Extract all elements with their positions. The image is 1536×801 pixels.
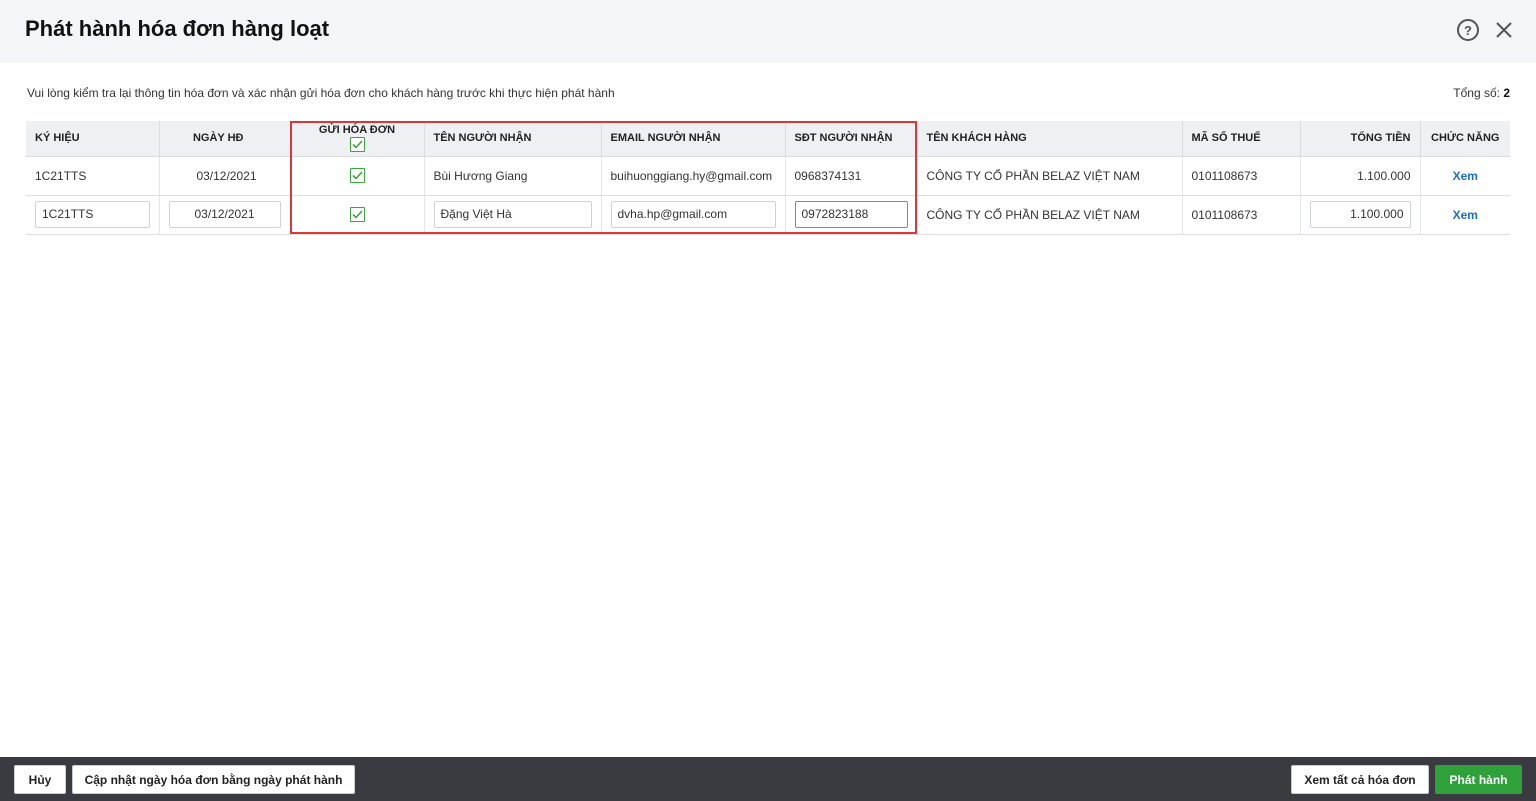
ky-hieu-input[interactable]: 1C21TTS <box>35 201 150 228</box>
cell-ky-hieu: 1C21TTS <box>26 195 160 235</box>
update-date-button[interactable]: Cập nhật ngày hóa đơn bằng ngày phát hàn… <box>72 765 355 794</box>
cell-tong-tien: 1.100.000 <box>1300 195 1421 235</box>
col-header-ma-so-thue[interactable]: MÃ SỐ THUẾ <box>1182 121 1301 157</box>
table-row: 1C21TTS 03/12/2021 Bùi Hương Giang buihu… <box>26 156 1510 196</box>
total-label: Tổng số: <box>1453 86 1500 100</box>
close-icon[interactable] <box>1493 19 1515 41</box>
cell-ten-nguoi-nhan: Bùi Hương Giang <box>424 156 602 196</box>
cell-tong-tien: 1.100.000 <box>1300 156 1421 196</box>
cell-ngay-hd: 03/12/2021 <box>159 156 291 196</box>
publish-button[interactable]: Phát hành <box>1435 765 1522 794</box>
col-header-gui-hoa-don: GỬI HÓA ĐƠN <box>290 121 425 157</box>
cell-ten-nguoi-nhan: Đặng Việt Hà <box>424 195 602 235</box>
cell-sdt: 0972823188 <box>785 195 918 235</box>
ten-nguoi-nhan-input[interactable]: Đặng Việt Hà <box>433 201 592 228</box>
cancel-button[interactable]: Hủy <box>14 765 66 794</box>
send-invoice-checkbox[interactable] <box>349 168 365 184</box>
cell-ma-so-thue: 0101108673 <box>1182 156 1301 196</box>
cell-send <box>290 195 425 235</box>
send-invoice-checkbox[interactable] <box>349 207 365 223</box>
info-text: Vui lòng kiểm tra lại thông tin hóa đơn … <box>27 86 615 100</box>
col-header-ngay-hd[interactable]: NGÀY HĐ <box>159 121 291 157</box>
col-header-ten-khach-hang[interactable]: TÊN KHÁCH HÀNG <box>917 121 1183 157</box>
view-all-invoices-button[interactable]: Xem tất cả hóa đơn <box>1291 765 1429 794</box>
col-header-tong-tien[interactable]: TỔNG TIỀN <box>1300 121 1421 157</box>
cell-action: Xem <box>1420 156 1510 196</box>
col-header-email-nguoi-nhan[interactable]: EMAIL NGƯỜI NHẬN <box>601 121 786 157</box>
cell-action: Xem <box>1420 195 1510 235</box>
tong-tien-input[interactable]: 1.100.000 <box>1309 201 1411 228</box>
sdt-input[interactable]: 0972823188 <box>794 201 908 228</box>
cell-sdt: 0968374131 <box>785 156 918 196</box>
cell-ten-khach-hang: CÔNG TY CỔ PHẦN BELAZ VIỆT NAM <box>917 156 1183 196</box>
dialog-title: Phát hành hóa đơn hàng loạt <box>25 16 330 41</box>
total-count: Tổng số: 2 <box>1453 86 1510 100</box>
dialog-header: Phát hành hóa đơn hàng loạt ? <box>0 0 1536 63</box>
cell-ky-hieu: 1C21TTS <box>26 156 160 196</box>
cell-send <box>290 156 425 196</box>
invoice-table: KÝ HIỆU NGÀY HĐ GỬI HÓA ĐƠN TÊN NGƯỜI NH… <box>26 121 1510 235</box>
cell-ngay-hd: 03/12/2021 <box>159 195 291 235</box>
dialog-footer: Hủy Cập nhật ngày hóa đơn bằng ngày phát… <box>0 757 1536 801</box>
cell-email: buihuonggiang.hy@gmail.com <box>601 156 786 196</box>
col-header-ten-nguoi-nhan[interactable]: TÊN NGƯỜI NHẬN <box>424 121 602 157</box>
table-header-row: KÝ HIỆU NGÀY HĐ GỬI HÓA ĐƠN TÊN NGƯỜI NH… <box>26 121 1510 157</box>
col-header-ky-hieu[interactable]: KÝ HIỆU <box>26 121 160 157</box>
col-header-sdt-nguoi-nhan[interactable]: SĐT NGƯỜI NHẬN <box>785 121 918 157</box>
help-icon[interactable]: ? <box>1457 19 1479 41</box>
view-invoice-link[interactable]: Xem <box>1453 169 1478 183</box>
email-input[interactable]: dvha.hp@gmail.com <box>610 201 776 228</box>
total-value: 2 <box>1503 86 1510 100</box>
col-header-chuc-nang: CHỨC NĂNG <box>1420 121 1510 157</box>
select-all-send-checkbox[interactable] <box>349 137 365 153</box>
ngay-hd-input[interactable]: 03/12/2021 <box>168 201 281 228</box>
cell-ten-khach-hang: CÔNG TY CỔ PHẦN BELAZ VIỆT NAM <box>917 195 1183 235</box>
bulk-invoice-dialog: Phát hành hóa đơn hàng loạt ? Vui lòng k… <box>0 0 1536 801</box>
view-invoice-link[interactable]: Xem <box>1453 208 1478 222</box>
cell-email: dvha.hp@gmail.com <box>601 195 786 235</box>
cell-ma-so-thue: 0101108673 <box>1182 195 1301 235</box>
col-header-gui-hoa-don-label: GỬI HÓA ĐƠN <box>318 124 396 137</box>
table-row: 1C21TTS 03/12/2021 Đặng Việt Hà dvha.hp@… <box>26 195 1510 235</box>
